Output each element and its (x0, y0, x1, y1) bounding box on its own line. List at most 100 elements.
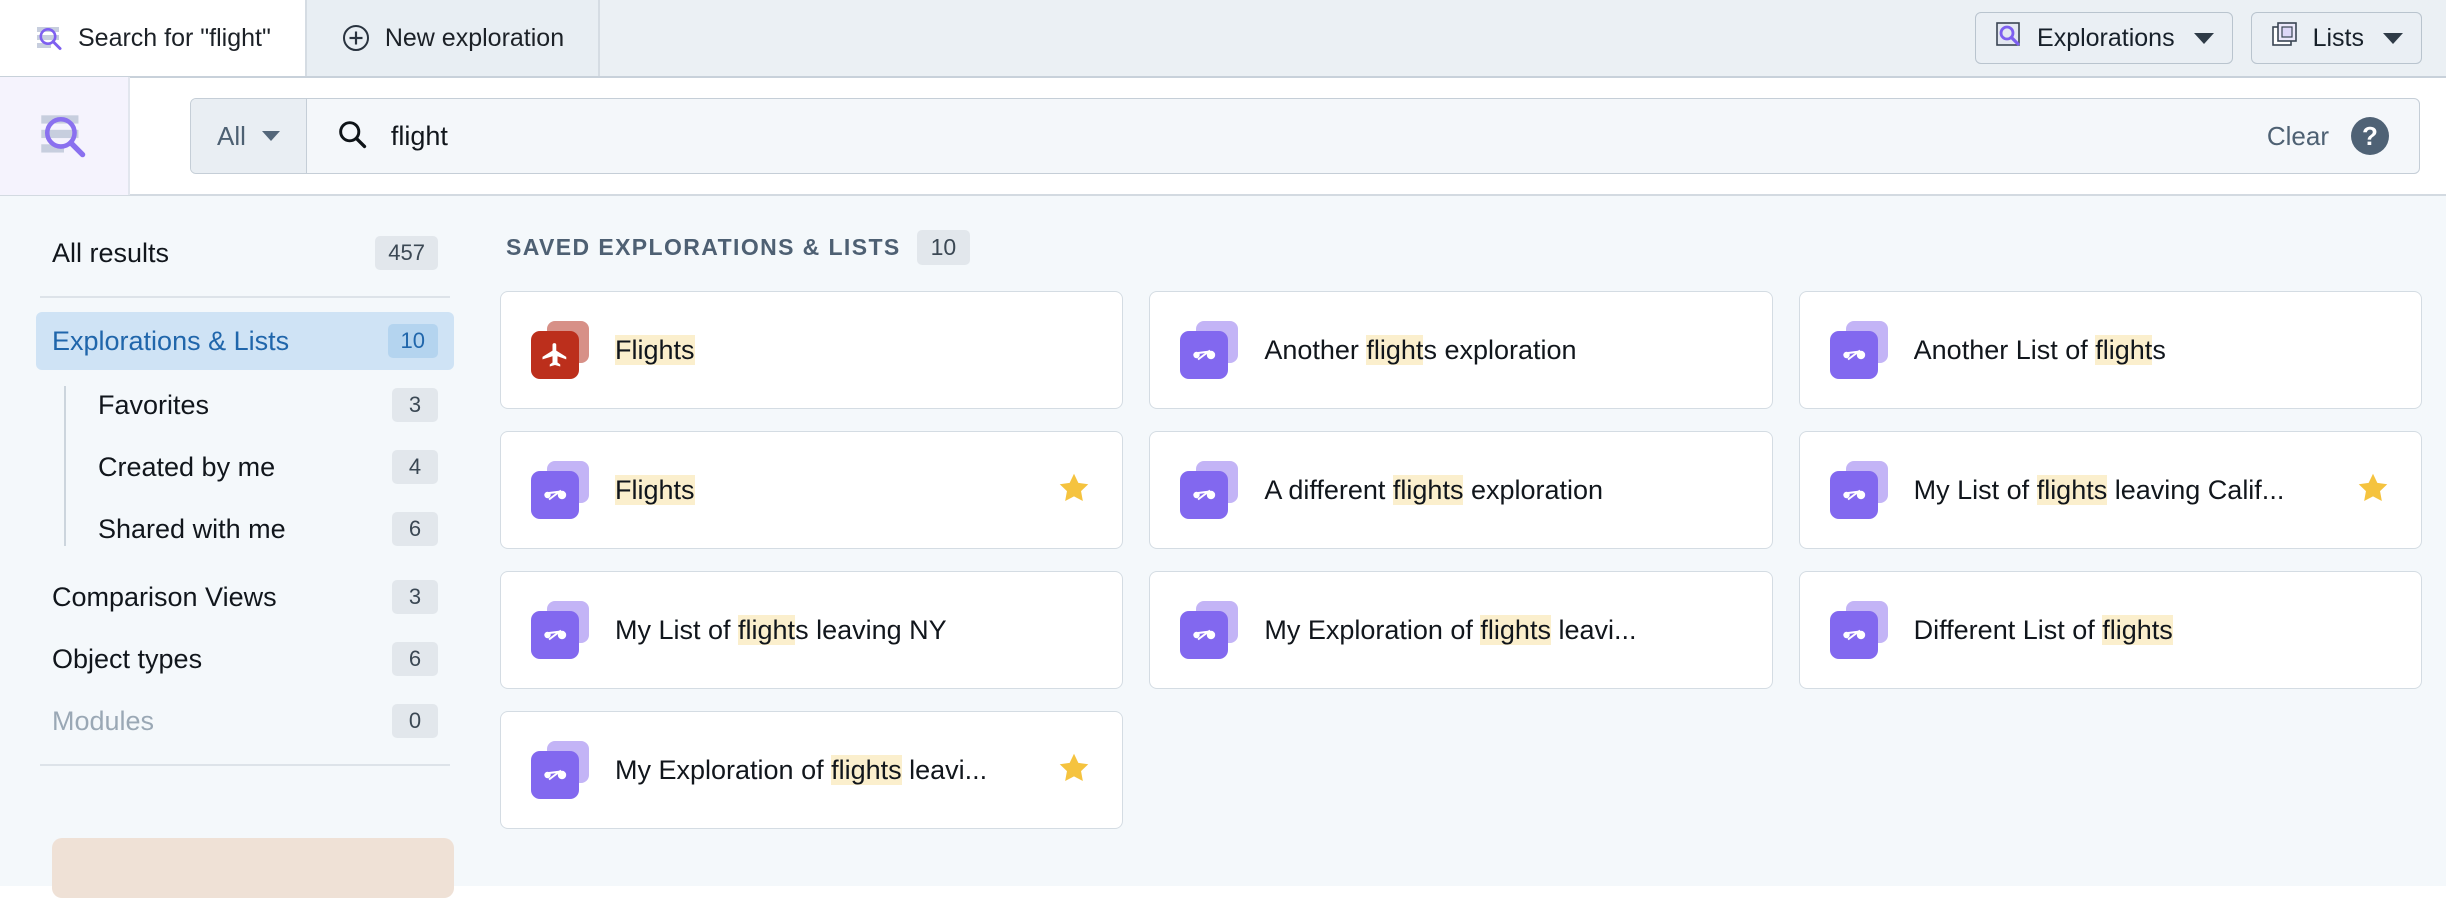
result-card-title: My List of flights leaving NY (615, 614, 947, 645)
tab-new-exploration[interactable]: New exploration (306, 0, 601, 76)
chevron-down-icon (2383, 32, 2403, 44)
result-card-title: A different flights exploration (1264, 474, 1604, 505)
result-card-title: Flights (615, 334, 695, 366)
search-term-highlight: flights (2036, 474, 2108, 505)
clear-search-button[interactable]: Clear (2245, 99, 2351, 173)
stacked-squares-icon (2270, 20, 2300, 57)
icon-front-layer (531, 331, 579, 379)
exploration-graph-icon (531, 601, 589, 659)
sidebar-item-count: 0 (392, 704, 438, 738)
result-card-title: Another flights exploration (1264, 334, 1577, 365)
sidebar-item-modules[interactable]: Modules 0 (36, 692, 454, 750)
search-input-area[interactable]: flight (307, 99, 2245, 173)
promo-banner[interactable] (52, 838, 454, 898)
results-panel: SAVED EXPLORATIONS & LISTS 10 Flights Ano… (490, 196, 2446, 886)
question-mark-icon[interactable]: ? (2351, 117, 2389, 155)
sidebar-subgroup: Favorites 3 Created by me 4 Shared with … (36, 376, 454, 558)
search-term-highlight: flight (1366, 334, 1424, 365)
sidebar-item-label: Created by me (98, 451, 276, 482)
result-card-title: My List of flights leaving Calif... (1913, 474, 2285, 505)
explorations-menu-button[interactable]: Explorations (1975, 12, 2233, 64)
sidebar-item-count: 10 (387, 324, 438, 358)
result-card[interactable]: Another flights exploration (1149, 291, 1773, 409)
icon-front-layer (1829, 331, 1878, 379)
result-card[interactable]: Flights (500, 431, 1124, 549)
result-card-title: My Exploration of flights leavi... (615, 754, 988, 785)
airplane-stack-icon (531, 321, 589, 379)
exploration-graph-icon (531, 741, 589, 799)
search-term-highlight: flights (2102, 614, 2173, 645)
search-term-highlight: flights (1392, 474, 1464, 505)
search-term-highlight: flights (831, 754, 902, 785)
icon-front-layer (1180, 471, 1229, 519)
sidebar-item-object-types[interactable]: Object types 6 (36, 630, 454, 688)
top-tab-bar: Search for "flight" New exploration Expl… (0, 0, 2446, 78)
icon-front-layer (531, 751, 579, 799)
search-term-highlight: Flights (615, 334, 695, 365)
sidebar-item-label: Object types (52, 643, 203, 674)
icon-front-layer (1180, 331, 1229, 379)
search-scope-selector[interactable]: All (191, 99, 307, 173)
result-card[interactable]: A different flights exploration (1149, 431, 1773, 549)
sidebar-item-label: Comparison Views (52, 581, 277, 612)
sidebar-item-count: 457 (375, 236, 438, 270)
result-card-title: Another List of flights (1913, 334, 2166, 365)
result-card-title: My Exploration of flights leavi... (1264, 614, 1637, 645)
section-title: SAVED EXPLORATIONS & LISTS (506, 234, 901, 260)
result-card[interactable]: Another List of flights (1798, 291, 2422, 409)
search-term-highlight: flight (738, 614, 796, 645)
button-label: Explorations (2037, 23, 2175, 52)
exploration-graph-icon (1180, 321, 1239, 379)
chevron-down-icon (261, 131, 280, 141)
exploration-graph-icon (1829, 321, 1888, 379)
favorite-star-icon[interactable] (1056, 750, 1092, 791)
sidebar-item-comparison-views[interactable]: Comparison Views 3 (36, 568, 454, 626)
result-card[interactable]: My Exploration of flights leavi... (1149, 571, 1773, 689)
search-input[interactable]: flight (391, 121, 448, 152)
search-term-highlight: Flights (615, 474, 695, 505)
sidebar-item-label: Explorations & Lists (52, 325, 290, 356)
sidebar-item-count: 3 (392, 580, 438, 614)
search-app-logo (0, 77, 130, 195)
result-card[interactable]: My Exploration of flights leavi... (500, 711, 1124, 829)
results-grid: Flights Another flights exploration Anothe… (500, 291, 2422, 829)
exploration-graph-icon (1180, 461, 1239, 519)
sidebar-item-count: 6 (392, 512, 438, 546)
favorite-star-icon[interactable] (1056, 470, 1092, 511)
search-bar-row: All flight Clear ? (0, 77, 2446, 196)
lists-menu-button[interactable]: Lists (2250, 12, 2422, 64)
sidebar-item-created-by-me[interactable]: Created by me 4 (64, 438, 454, 496)
icon-front-layer (1829, 611, 1878, 659)
sidebar-item-label: Shared with me (98, 513, 286, 544)
result-card[interactable]: My List of flights leaving Calif... (1798, 431, 2422, 549)
favorite-star-icon[interactable] (2355, 470, 2391, 511)
sidebar-item-count: 6 (392, 642, 438, 676)
page-body: All results 457 Explorations & Lists 10 … (0, 196, 2446, 898)
result-card[interactable]: Flights (500, 291, 1124, 409)
result-card[interactable]: My List of flights leaving NY (500, 571, 1124, 689)
icon-front-layer (1829, 471, 1878, 519)
plus-circle-icon (341, 23, 371, 53)
sidebar-item-count: 4 (392, 450, 438, 484)
exploration-graph-icon (1829, 601, 1888, 659)
result-card[interactable]: Different List of flights (1798, 571, 2422, 689)
button-label: Lists (2312, 23, 2364, 52)
sidebar-item-explorations-and-lists[interactable]: Explorations & Lists 10 (36, 312, 454, 370)
search-box[interactable]: All flight Clear ? (190, 98, 2420, 174)
sidebar-divider (40, 296, 450, 298)
sidebar-item-all-results[interactable]: All results 457 (36, 224, 454, 282)
results-section-header: SAVED EXPLORATIONS & LISTS 10 (506, 230, 2422, 265)
sidebar-item-shared-with-me[interactable]: Shared with me 6 (64, 500, 454, 558)
chevron-down-icon (2193, 32, 2214, 44)
exploration-graph-icon (1829, 461, 1888, 519)
tab-label: Search for "flight" (78, 23, 271, 52)
sidebar-item-label: Favorites (98, 389, 210, 420)
sidebar-item-favorites[interactable]: Favorites 3 (64, 376, 454, 434)
search-term-highlight: flight (2095, 334, 2153, 365)
exploration-graph-icon (531, 461, 589, 519)
exploration-graph-icon (1180, 601, 1239, 659)
tab-search-for-flight[interactable]: Search for "flight" (0, 0, 307, 76)
result-card-title: Flights (615, 474, 695, 506)
sidebar-divider-bottom (40, 764, 450, 766)
